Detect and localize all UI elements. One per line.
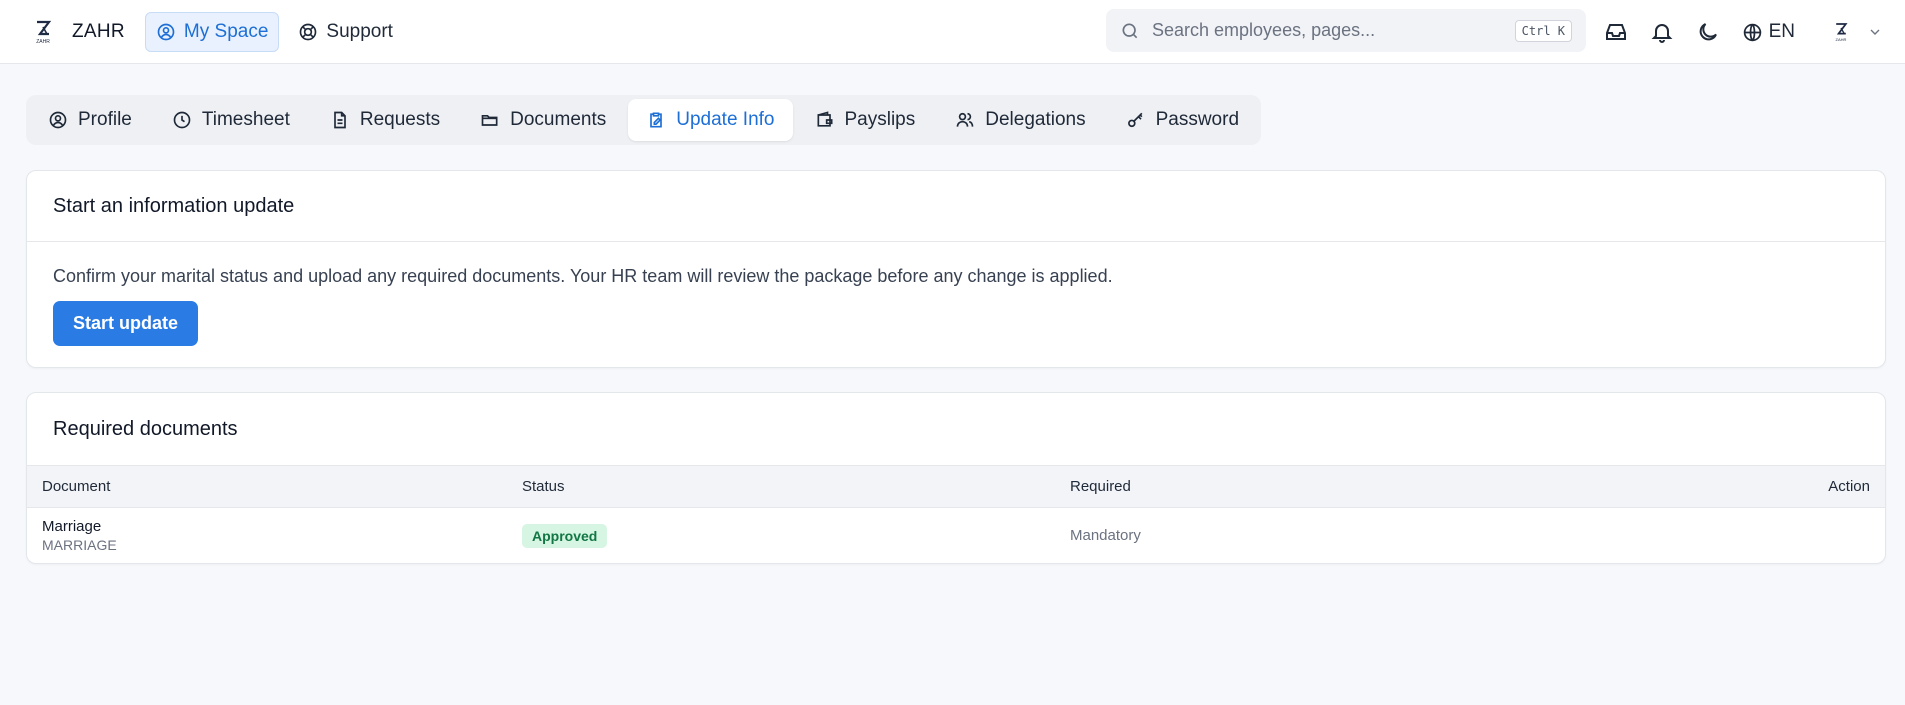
clipboard-edit-icon [650, 112, 663, 128]
key-icon [1127, 112, 1143, 128]
column-document: Document [42, 478, 111, 495]
required-value: Mandatory [1070, 527, 1141, 545]
nav-my-space-label: My Space [183, 20, 269, 42]
folder-open-icon [481, 115, 498, 126]
theme-toggle-button[interactable] [1696, 20, 1720, 44]
search-shortcut: Ctrl K [1514, 19, 1572, 42]
tab-timesheet[interactable]: Timesheet [154, 99, 308, 141]
update-card-description: Confirm your marital status and upload a… [53, 266, 1113, 286]
user-menu[interactable]: ZAHR [1829, 20, 1883, 44]
tab-payslips[interactable]: Payslips [797, 99, 934, 141]
tab-password[interactable]: Password [1108, 99, 1257, 141]
moon-icon [1699, 23, 1717, 41]
nav-support-label: Support [326, 20, 393, 42]
documents-table: Document Status Required Action Marriage… [27, 465, 1885, 564]
tab-label: Profile [78, 109, 132, 130]
search-bar[interactable]: Ctrl K [1106, 9, 1586, 52]
document-name: Marriage [42, 518, 102, 536]
nav-my-space[interactable]: My Space [144, 11, 280, 52]
table-row: Marriage MARRIAGE Approved Mandatory [27, 508, 1885, 564]
tab-label: Documents [510, 109, 607, 130]
top-navigation: My Space Support [144, 11, 404, 52]
header-tools: EN ZAHR [1604, 0, 1883, 64]
globe-icon [1743, 23, 1761, 41]
tab-label: Password [1155, 109, 1240, 130]
start-update-button[interactable]: Start update [53, 301, 199, 346]
table-header-row: Document Status Required Action [27, 465, 1885, 508]
bell-icon [1651, 24, 1673, 43]
lifebuoy-icon [300, 23, 317, 40]
wallet-icon [817, 111, 832, 127]
tab-documents[interactable]: Documents [462, 99, 624, 141]
users-icon [956, 112, 974, 127]
chevron-down-icon [1870, 29, 1880, 35]
column-action: Action [1828, 478, 1870, 495]
search-icon [1122, 23, 1138, 38]
status-badge: Approved [522, 523, 608, 548]
language-selector[interactable]: EN [1742, 21, 1795, 43]
tab-profile[interactable]: Profile [30, 99, 150, 141]
tab-requests[interactable]: Requests [312, 99, 458, 141]
language-label: EN [1768, 21, 1795, 42]
tab-delegations[interactable]: Delegations [937, 99, 1103, 141]
svg-text:ZAHR: ZAHR [36, 39, 50, 45]
update-card-title: Start an information update [27, 171, 1885, 242]
documents-card-title: Required documents [53, 417, 238, 440]
inbox-button[interactable] [1604, 20, 1628, 44]
update-info-card: Start an information update Confirm your… [26, 170, 1886, 368]
required-documents-card: Required documents Document Status Requi… [26, 392, 1886, 564]
tab-label: Timesheet [201, 109, 290, 130]
user-circle-icon [49, 111, 67, 129]
tab-label: Requests [359, 109, 441, 130]
document-code: MARRIAGE [42, 537, 117, 554]
tab-update-info[interactable]: Update Info [628, 99, 793, 141]
svg-text:ZAHR: ZAHR [1836, 37, 1847, 42]
column-required: Required [1070, 478, 1131, 495]
top-bar: ZAHR ZAHR My Space Support Ctrl K E [0, 0, 1905, 64]
tab-label: Payslips [844, 109, 916, 130]
file-text-icon [334, 111, 346, 129]
brand[interactable]: ZAHR ZAHR [28, 19, 125, 45]
profile-tabs: Profile Timesheet Requests Documents Upd… [26, 95, 1262, 145]
user-circle-icon [157, 23, 175, 40]
column-status: Status [522, 478, 565, 495]
tab-label: Delegations [985, 109, 1086, 130]
nav-support[interactable]: Support [287, 12, 404, 52]
notifications-button[interactable] [1650, 20, 1674, 44]
search-input[interactable] [1152, 20, 1503, 41]
clock-icon [173, 111, 191, 129]
brand-name: ZAHR [72, 20, 125, 42]
tab-label: Update Info [676, 109, 775, 130]
zahr-logo-icon: ZAHR [28, 19, 58, 45]
avatar: ZAHR [1836, 23, 1848, 42]
inbox-icon [1605, 24, 1626, 40]
